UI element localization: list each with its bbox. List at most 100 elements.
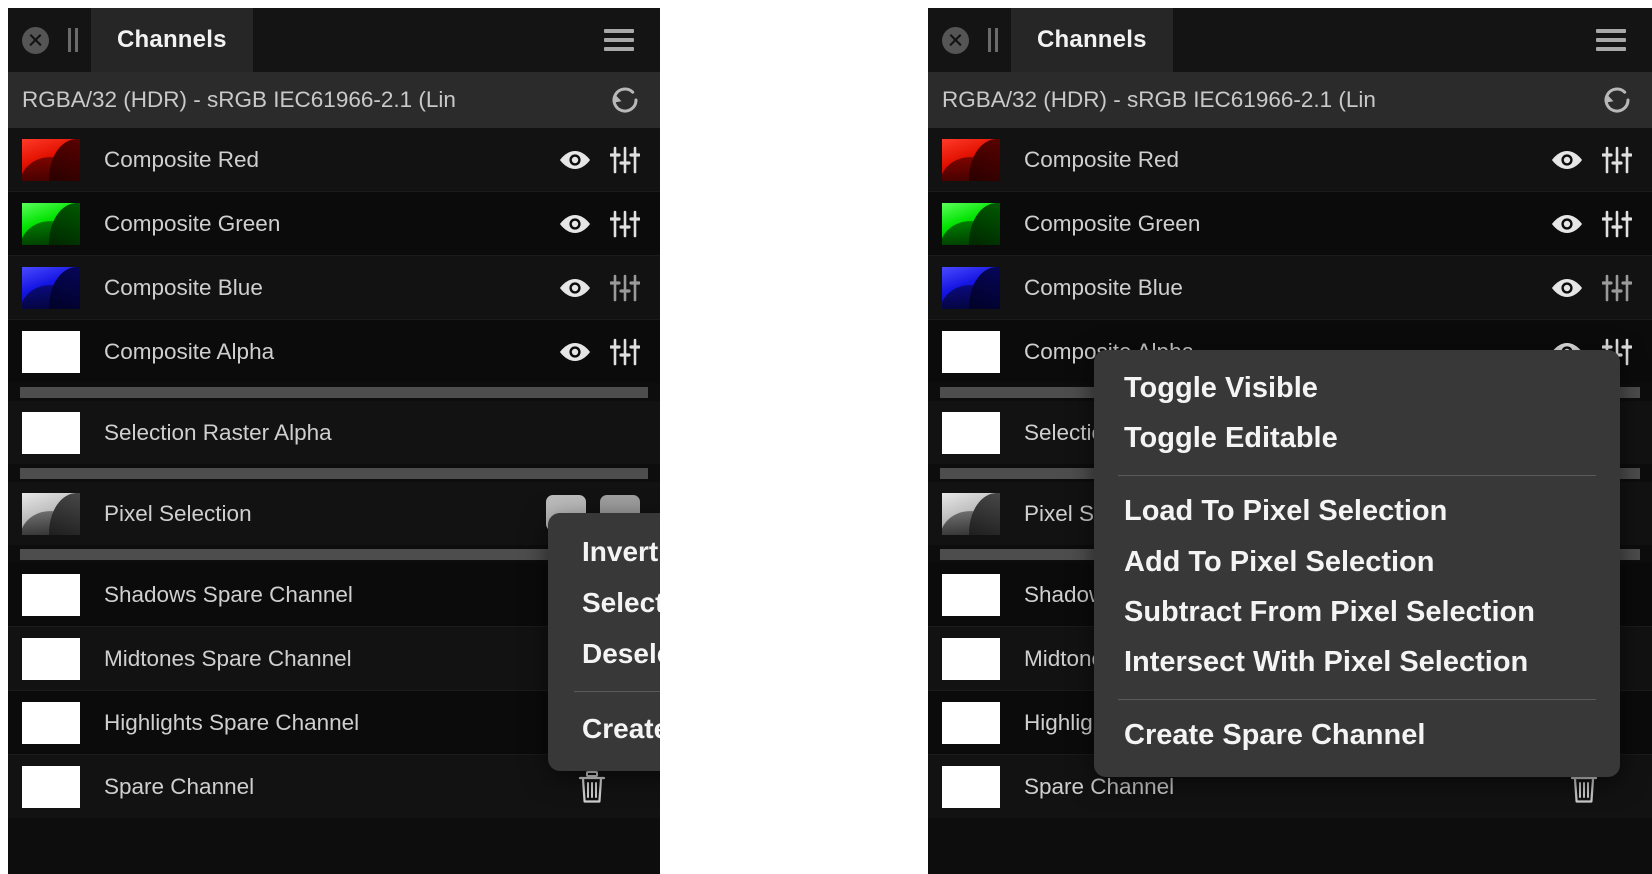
menu-divider (1118, 699, 1596, 701)
row-actions (1550, 210, 1652, 238)
table-row[interactable]: Composite Alpha (8, 319, 660, 383)
channel-label: Selection Raster Alpha (104, 419, 332, 445)
channel-thumbnail (22, 138, 80, 181)
channel-thumbnail (942, 202, 1000, 245)
row-actions (558, 210, 660, 238)
pause-icon[interactable] (987, 28, 999, 52)
channel-thumbnail (22, 411, 80, 454)
row-actions (558, 146, 660, 174)
hamburger-icon (1596, 29, 1626, 51)
channel-thumbnail (942, 637, 1000, 680)
table-row[interactable]: Composite Blue (8, 255, 660, 319)
channel-thumbnail (942, 138, 1000, 181)
sliders-icon[interactable] (609, 210, 641, 238)
sliders-icon[interactable] (1601, 210, 1633, 238)
table-row[interactable]: Composite Red (928, 128, 1652, 191)
channel-label: Spare Channel (1024, 773, 1175, 799)
panel-titlebar: Channels (8, 8, 660, 72)
tab-channels[interactable]: Channels (1011, 8, 1173, 72)
channel-thumbnail (942, 492, 1000, 535)
channel-label: Composite Red (1024, 146, 1180, 172)
close-icon[interactable] (942, 26, 969, 54)
context-menu-left[interactable]: Invert Select All Deselect Create Spare … (548, 513, 660, 771)
panel-menu-button[interactable] (1586, 8, 1652, 72)
channel-label: Composite Alpha (104, 338, 275, 364)
menu-item-toggle-editable[interactable]: Toggle Editable (1094, 414, 1620, 464)
sliders-icon[interactable] (1601, 146, 1633, 174)
close-icon[interactable] (22, 26, 49, 54)
colorspace-bar: RGBA/32 (HDR) - sRGB IEC61966-2.1 (Lin (928, 72, 1652, 128)
table-row[interactable]: Selection Raster Alpha (8, 401, 660, 464)
eye-icon[interactable] (1550, 213, 1584, 235)
titlebar-controls (928, 8, 1011, 72)
channel-thumbnail (942, 765, 1000, 808)
reset-icon[interactable] (608, 83, 642, 117)
pause-icon[interactable] (67, 28, 79, 52)
menu-item-add-to-pixel-selection[interactable]: Add To Pixel Selection (1094, 538, 1620, 588)
sliders-icon[interactable] (609, 146, 641, 174)
row-actions (558, 338, 660, 366)
menu-item-intersect-with-pixel-selection[interactable]: Intersect With Pixel Selection (1094, 638, 1620, 688)
eye-icon[interactable] (558, 213, 592, 235)
tab-label: Channels (1037, 26, 1147, 53)
sliders-icon[interactable] (609, 274, 641, 302)
context-menu-right[interactable]: Toggle Visible Toggle Editable Load To P… (1094, 350, 1620, 778)
eye-icon[interactable] (558, 277, 592, 299)
row-actions (1550, 274, 1652, 302)
channel-thumbnail (22, 266, 80, 309)
menu-item-invert[interactable]: Invert (548, 527, 660, 578)
colorspace-label: RGBA/32 (HDR) - sRGB IEC61966-2.1 (Lin (942, 87, 1376, 112)
eye-icon[interactable] (1550, 277, 1584, 299)
channel-thumbnail (942, 330, 1000, 373)
menu-item-create-spare-channel[interactable]: Create Spare Channel (1094, 711, 1620, 761)
colorspace-label: RGBA/32 (HDR) - sRGB IEC61966-2.1 (Lin (22, 87, 456, 112)
channel-thumbnail (942, 266, 1000, 309)
channel-thumbnail (22, 637, 80, 680)
group-separator (8, 464, 660, 482)
sliders-icon[interactable] (1601, 274, 1633, 302)
eye-icon[interactable] (1550, 149, 1584, 171)
channel-label: Composite Blue (1024, 274, 1183, 300)
hamburger-icon (604, 29, 634, 51)
menu-item-deselect[interactable]: Deselect (548, 629, 660, 680)
channel-thumbnail (22, 202, 80, 245)
menu-item-select-all[interactable]: Select All (548, 578, 660, 629)
menu-item-load-to-pixel-selection[interactable]: Load To Pixel Selection (1094, 487, 1620, 537)
tab-label: Channels (117, 26, 227, 53)
menu-item-subtract-from-pixel-selection[interactable]: Subtract From Pixel Selection (1094, 588, 1620, 638)
row-actions (578, 770, 660, 804)
sliders-icon[interactable] (609, 338, 641, 366)
eye-icon[interactable] (558, 341, 592, 363)
table-row[interactable]: Composite Red (8, 128, 660, 191)
channel-thumbnail (22, 765, 80, 808)
channel-label: Composite Blue (104, 274, 263, 300)
channel-thumbnail (22, 492, 80, 535)
channel-thumbnail (22, 573, 80, 616)
channel-thumbnail (942, 701, 1000, 744)
table-row[interactable]: Composite Blue (928, 255, 1652, 319)
channels-panel-left: Channels RGBA/32 (HDR) - sRGB IEC61966-2… (8, 8, 660, 874)
channel-label: Spare Channel (104, 773, 255, 799)
titlebar-spacer (253, 8, 594, 72)
trash-icon[interactable] (578, 770, 606, 804)
menu-divider (574, 691, 660, 693)
colorspace-bar: RGBA/32 (HDR) - sRGB IEC61966-2.1 (Lin (8, 72, 660, 128)
row-actions (558, 274, 660, 302)
eye-icon[interactable] (558, 149, 592, 171)
channel-label: Composite Green (104, 210, 281, 236)
panel-titlebar: Channels (928, 8, 1652, 72)
channel-thumbnail (22, 330, 80, 373)
tab-channels[interactable]: Channels (91, 8, 253, 72)
menu-item-toggle-visible[interactable]: Toggle Visible (1094, 364, 1620, 414)
menu-divider (1118, 475, 1596, 477)
titlebar-controls (8, 8, 91, 72)
reset-icon[interactable] (1600, 83, 1634, 117)
titlebar-spacer (1173, 8, 1586, 72)
channel-thumbnail (22, 701, 80, 744)
channel-thumbnail (942, 573, 1000, 616)
menu-item-create-spare-channel[interactable]: Create Spare Channel (548, 704, 660, 755)
panel-menu-button[interactable] (594, 8, 660, 72)
table-row[interactable]: Composite Green (8, 191, 660, 255)
channel-label: Composite Green (1024, 210, 1201, 236)
table-row[interactable]: Composite Green (928, 191, 1652, 255)
